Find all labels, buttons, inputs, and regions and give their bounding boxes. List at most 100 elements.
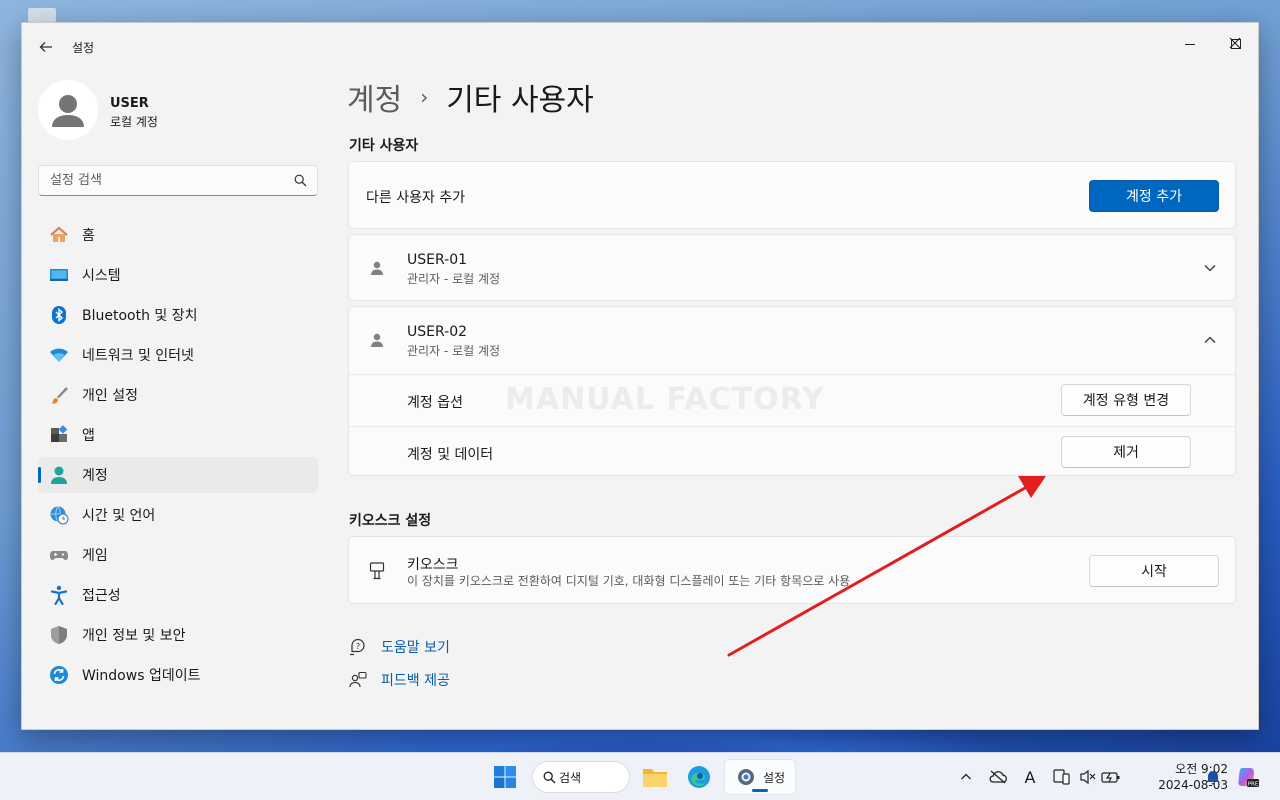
sidebar-item-label: 개인 정보 및 보안 (82, 628, 186, 644)
monitor-icon (48, 264, 70, 286)
sidebar-item-label: 시스템 (82, 268, 121, 284)
account-icon (48, 464, 70, 486)
search-input[interactable] (39, 166, 279, 195)
gear-icon (737, 769, 754, 785)
file-explorer-button[interactable] (637, 759, 673, 795)
notification-bell-icon[interactable] (1203, 767, 1223, 787)
phone-link-icon[interactable] (1052, 767, 1072, 787)
update-icon (48, 664, 70, 686)
taskbar: 검색 설정 A 오전 9:02 2024-08-03 PRE (0, 752, 1280, 800)
add-user-label: 다른 사용자 추가 (366, 190, 466, 206)
start-button[interactable] (487, 759, 523, 795)
sidebar-item-home[interactable]: 홈 (38, 217, 318, 253)
back-button[interactable] (36, 37, 56, 57)
account-data-label: 계정 및 데이터 (407, 447, 494, 463)
sidebar-item-label: 개인 설정 (82, 388, 138, 404)
user-subtitle: 관리자 - 로컬 계정 (407, 272, 501, 286)
settings-window: 설정 USER 로컬 계정 홈 시스템 Blueto (21, 22, 1259, 730)
sidebar-item-system[interactable]: 시스템 (38, 257, 318, 293)
breadcrumb: 계정 › 기타 사용자 (347, 75, 594, 119)
feedback-link-text[interactable]: 피드백 제공 (381, 670, 450, 690)
minimize-button[interactable] (1167, 29, 1213, 59)
avatar[interactable] (38, 80, 98, 140)
sidebar-item-time-language[interactable]: 시간 및 언어 (38, 497, 318, 533)
kiosk-icon (369, 562, 385, 580)
user-name: USER-01 (407, 252, 468, 268)
battery-charging-icon[interactable] (1101, 767, 1121, 787)
edge-button[interactable] (681, 759, 717, 795)
active-indicator (752, 789, 768, 792)
taskbar-search[interactable]: 검색 (532, 761, 630, 793)
sidebar-item-privacy[interactable]: 개인 정보 및 보안 (38, 617, 318, 653)
page-title: 기타 사용자 (446, 83, 594, 118)
svg-text:PRE: PRE (1248, 782, 1259, 788)
account-options-label: 계정 옵션 (407, 395, 463, 411)
sidebar-item-personalization[interactable]: 개인 설정 (38, 377, 318, 413)
volume-muted-icon[interactable] (1078, 767, 1098, 787)
kiosk-start-button[interactable]: 시작 (1089, 555, 1219, 587)
help-link[interactable]: ? 도움말 보기 (348, 637, 450, 657)
section-title-kiosk: 키오스크 설정 (349, 513, 432, 529)
change-account-type-button[interactable]: 계정 유형 변경 (1061, 384, 1191, 416)
minimize-icon (1185, 44, 1195, 45)
search-icon (294, 174, 307, 187)
chevron-up-icon[interactable] (1203, 333, 1217, 347)
remove-button[interactable]: 제거 (1061, 436, 1191, 468)
sidebar-item-windows-update[interactable]: Windows 업데이트 (38, 657, 318, 693)
gamepad-icon (48, 544, 70, 566)
sidebar-item-bluetooth[interactable]: Bluetooth 및 장치 (38, 297, 318, 333)
input-method-icon[interactable]: A (1020, 767, 1040, 787)
window-close-button[interactable] (1212, 28, 1258, 58)
globe-clock-icon (48, 504, 70, 526)
help-link-text[interactable]: 도움말 보기 (381, 637, 450, 657)
settings-search[interactable] (38, 165, 318, 196)
user-subtitle: 관리자 - 로컬 계정 (407, 344, 501, 358)
sidebar-item-network[interactable]: 네트워크 및 인터넷 (38, 337, 318, 373)
sidebar-item-accounts[interactable]: 계정 (38, 457, 318, 493)
breadcrumb-separator: › (420, 85, 429, 109)
folder-icon (643, 769, 667, 787)
sidebar-item-label: 홈 (82, 228, 95, 244)
profile-account-type: 로컬 계정 (110, 115, 158, 129)
add-account-button[interactable]: 계정 추가 (1089, 180, 1219, 212)
bluetooth-icon (48, 304, 70, 326)
sidebar-item-label: 앱 (82, 428, 95, 444)
kiosk-description: 이 장치를 키오스크로 전환하여 디지털 기호, 대화형 디스플레이 또는 기타… (407, 574, 851, 588)
divider (349, 374, 1235, 375)
user-avatar-icon (52, 95, 84, 127)
search-icon (543, 771, 556, 784)
watermark: MANUAL FACTORY (505, 382, 825, 417)
sidebar-item-label: 계정 (82, 468, 108, 484)
person-icon (371, 333, 383, 347)
title-bar: 설정 (22, 23, 1258, 69)
user-card-1[interactable]: USER-01 관리자 - 로컬 계정 (348, 234, 1236, 301)
home-icon (48, 224, 70, 246)
sidebar-item-label: Windows 업데이트 (82, 668, 201, 684)
sidebar-item-accessibility[interactable]: 접근성 (38, 577, 318, 613)
user-name: USER-02 (407, 324, 468, 340)
onedrive-offline-icon[interactable] (988, 767, 1008, 787)
desktop-icon[interactable] (28, 8, 56, 22)
tray-overflow-chevron-icon[interactable] (956, 767, 976, 787)
back-arrow-icon (39, 42, 52, 52)
chevron-down-icon[interactable] (1203, 261, 1217, 275)
profile-name: USER (110, 96, 149, 111)
wifi-icon (48, 344, 70, 366)
kiosk-card: 키오스크 이 장치를 키오스크로 전환하여 디지털 기호, 대화형 디스플레이 … (348, 536, 1236, 604)
sidebar-item-label: 네트워크 및 인터넷 (82, 348, 194, 364)
settings-taskbar-button[interactable]: 설정 (724, 759, 796, 795)
svg-text:?: ? (356, 642, 360, 651)
person-icon (371, 261, 383, 275)
breadcrumb-parent[interactable]: 계정 (347, 75, 402, 119)
sidebar-item-label: 접근성 (82, 588, 121, 604)
sidebar-item-gaming[interactable]: 게임 (38, 537, 318, 573)
app-title: 설정 (72, 41, 95, 55)
apps-icon (48, 424, 70, 446)
windows-logo-icon (494, 766, 516, 788)
sidebar-item-label: 시간 및 언어 (82, 508, 156, 524)
shield-icon (48, 624, 70, 646)
feedback-link[interactable]: 피드백 제공 (348, 670, 450, 690)
copilot-icon[interactable]: PRE (1236, 765, 1260, 789)
section-title-other-users: 기타 사용자 (349, 138, 419, 154)
sidebar-item-apps[interactable]: 앱 (38, 417, 318, 453)
